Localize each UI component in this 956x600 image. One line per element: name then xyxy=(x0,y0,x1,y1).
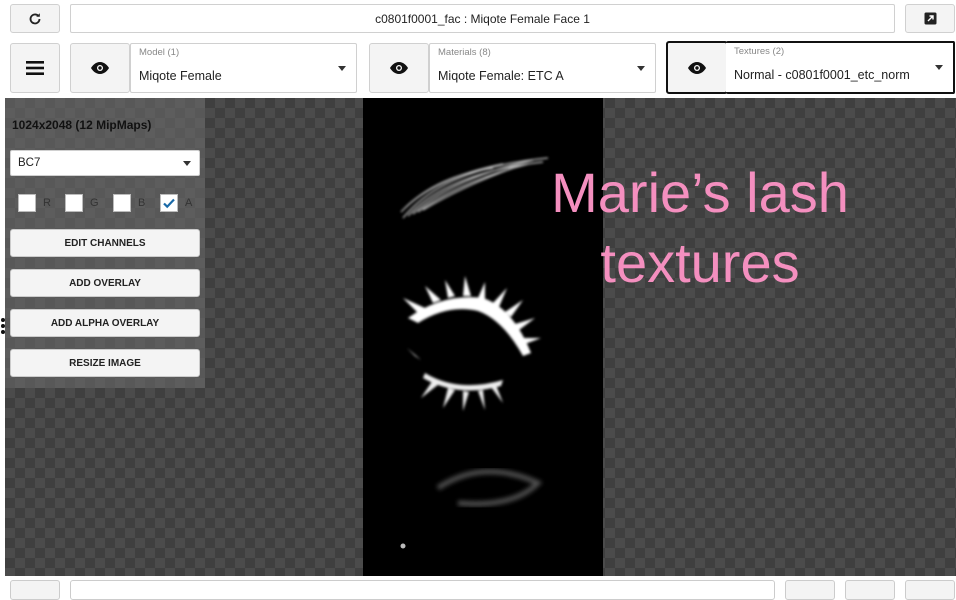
model-select[interactable]: Model (1) Miqote Female xyxy=(130,43,357,93)
channel-b-checkbox[interactable] xyxy=(113,194,131,212)
bottom-button-1[interactable] xyxy=(785,580,835,600)
chevron-down-icon xyxy=(183,161,191,166)
channel-a-label: A xyxy=(185,197,193,209)
window-title: c0801f0001_fac : Miqote Female Face 1 xyxy=(375,11,590,26)
materials-select-value: Miqote Female: ETC A xyxy=(438,69,564,83)
channel-a-checkbox[interactable] xyxy=(160,194,178,212)
overlay-caption-line1: Marie’s lash xyxy=(551,161,849,224)
checkmark-icon xyxy=(163,198,175,209)
texture-dimensions: 1024x2048 (12 MipMaps) xyxy=(12,118,152,132)
title-field: c0801f0001_fac : Miqote Female Face 1 xyxy=(70,4,895,33)
chevron-down-icon xyxy=(637,66,645,71)
channel-g-checkbox[interactable] xyxy=(65,194,83,212)
refresh-icon xyxy=(29,12,41,24)
bottom-field[interactable] xyxy=(70,580,775,600)
resize-image-button[interactable]: RESIZE IMAGE xyxy=(10,349,200,377)
textures-visibility-button[interactable] xyxy=(666,41,728,94)
channel-r-label: R xyxy=(43,197,51,209)
channel-g-label: G xyxy=(90,197,99,209)
add-overlay-button[interactable]: ADD OVERLAY xyxy=(10,269,200,297)
textures-select-label: Textures (2) xyxy=(734,46,785,57)
hamburger-icon xyxy=(26,61,44,75)
popout-icon xyxy=(924,12,936,25)
bottom-button-3[interactable] xyxy=(905,580,955,600)
materials-visibility-button[interactable] xyxy=(369,43,429,93)
panel-resize-handle[interactable] xyxy=(0,318,6,336)
textures-select-value: Normal - c0801f0001_etc_norm xyxy=(734,68,910,82)
eye-icon xyxy=(390,62,408,74)
popout-button[interactable] xyxy=(905,4,955,33)
eye-icon xyxy=(91,62,109,74)
textures-select[interactable]: Textures (2) Normal - c0801f0001_etc_nor… xyxy=(726,41,955,94)
format-select[interactable]: BC7 xyxy=(10,150,200,176)
model-select-label: Model (1) xyxy=(139,47,180,58)
add-alpha-overlay-button[interactable]: ADD ALPHA OVERLAY xyxy=(10,309,200,337)
model-visibility-button[interactable] xyxy=(70,43,130,93)
menu-button[interactable] xyxy=(10,43,60,93)
format-select-value: BC7 xyxy=(18,157,41,169)
edit-channels-button[interactable]: EDIT CHANNELS xyxy=(10,229,200,257)
channel-r-checkbox[interactable] xyxy=(18,194,36,212)
materials-select-label: Materials (8) xyxy=(438,47,491,58)
refresh-button[interactable] xyxy=(10,4,60,33)
overlay-caption-line2: textures xyxy=(600,231,800,294)
eye-icon xyxy=(688,61,706,74)
channel-b-label: B xyxy=(138,197,146,209)
overlay-caption: Marie’s lash textures xyxy=(510,158,890,298)
materials-select[interactable]: Materials (8) Miqote Female: ETC A xyxy=(429,43,656,93)
bottom-left-button[interactable] xyxy=(10,580,60,600)
bottom-button-2[interactable] xyxy=(845,580,895,600)
chevron-down-icon xyxy=(338,66,346,71)
model-select-value: Miqote Female xyxy=(139,69,222,83)
chevron-down-icon xyxy=(935,65,943,70)
